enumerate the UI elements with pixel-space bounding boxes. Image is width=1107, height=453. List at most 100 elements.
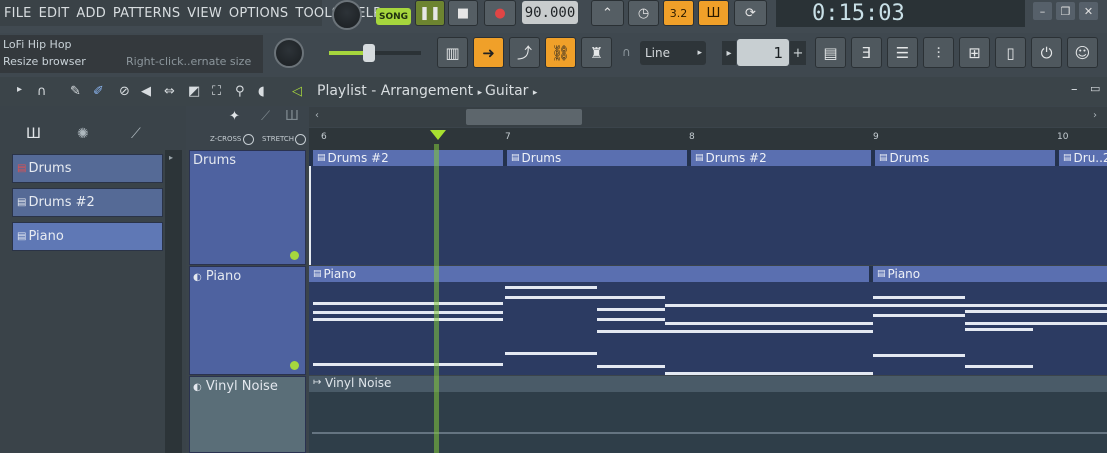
piano-icon[interactable]: Ш xyxy=(285,109,299,124)
playhead-marker[interactable] xyxy=(430,130,446,140)
close-button[interactable]: ✕ xyxy=(1079,2,1098,20)
zoom-icon[interactable]: ⚲ xyxy=(235,84,245,99)
timeline-scroll-thumb[interactable] xyxy=(466,109,582,125)
maximize-icon[interactable]: ▭ xyxy=(1090,82,1100,95)
tempo-slider-track xyxy=(329,44,421,62)
breadcrumb-playlist[interactable]: Playlist xyxy=(317,83,367,99)
menu-file[interactable]: FILE xyxy=(4,6,32,21)
track-active-led[interactable] xyxy=(290,361,299,370)
clip[interactable]: ▤ Piano xyxy=(309,266,869,282)
timeline-ruler[interactable]: 6 7 8 9 10 xyxy=(309,128,1107,150)
browser-button[interactable]: ⊞ xyxy=(959,37,990,68)
snap-mode-label: Line xyxy=(645,46,671,60)
menu-arrow-icon[interactable]: ▸ xyxy=(17,84,22,95)
track-header-piano[interactable]: ◐ Piano xyxy=(189,266,306,375)
magnet-icon[interactable]: ∩ xyxy=(37,84,47,99)
playlist-view-button[interactable]: ▤ xyxy=(815,37,846,68)
master-pitch-knob[interactable] xyxy=(274,38,304,68)
stretch-curve-icon[interactable]: ⟋ xyxy=(261,109,270,124)
step-value-field[interactable]: 1 xyxy=(737,39,789,66)
timeline-scrollbar[interactable]: ‹ › xyxy=(309,107,1107,127)
arrow-button[interactable]: ➜ xyxy=(473,37,504,68)
song-time-display[interactable]: 0:15:03 xyxy=(776,0,1025,27)
plugin-picker-button[interactable]: ▯ xyxy=(995,37,1026,68)
loop-record-button[interactable]: ⟳ xyxy=(734,0,767,26)
tempo-display[interactable]: 90.000 xyxy=(522,1,578,24)
pattern-icon: ▤ xyxy=(17,231,27,242)
audio-wave-icon[interactable]: ✺ xyxy=(77,126,89,142)
brush-icon[interactable]: ✐ xyxy=(93,84,104,99)
track-header-vinyl-noise[interactable]: ◐ Vinyl Noise xyxy=(189,376,306,453)
hint-title: LoFi Hip Hop xyxy=(3,38,72,51)
pencil-icon[interactable]: ✎ xyxy=(70,84,81,99)
stop-button[interactable]: ■ xyxy=(448,0,478,26)
clip[interactable]: ▤ Drums xyxy=(507,150,687,166)
clip[interactable]: ▤ Dru..2 xyxy=(1059,150,1107,166)
delete-icon[interactable]: ⊘ xyxy=(119,84,130,99)
picker-item-piano[interactable]: ▤ Piano xyxy=(12,222,163,251)
channel-rack-button[interactable]: ☰ xyxy=(887,37,918,68)
menu-view[interactable]: VIEW xyxy=(187,6,222,21)
mixer-button[interactable]: ⫶ xyxy=(923,37,954,68)
record-button[interactable]: ● xyxy=(484,0,516,26)
picker-item-drums[interactable]: ▤ Drums xyxy=(12,154,163,183)
picker-item-drums-2[interactable]: ▤ Drums #2 xyxy=(12,188,163,217)
menu-options[interactable]: OPTIONS xyxy=(229,6,288,21)
blend-icon: Ш xyxy=(706,5,721,21)
clip[interactable]: ▤ Drums #2 xyxy=(313,150,503,166)
piano-icon[interactable]: Ш xyxy=(26,126,41,142)
lane-piano[interactable]: ▤ Piano ▤ Piano xyxy=(309,266,1107,375)
clip-label: Vinyl Noise xyxy=(325,376,392,390)
stamp-button[interactable]: ♜ xyxy=(581,37,612,68)
mute-icon[interactable]: ◀ xyxy=(141,84,151,99)
zcross-label: Z-CROSS xyxy=(210,135,242,143)
wait-input-button[interactable]: ◷ xyxy=(628,0,659,26)
metronome-button[interactable]: ⌃ xyxy=(591,0,624,26)
menu-add[interactable]: ADD xyxy=(76,6,106,21)
crossfade-icon[interactable]: ✦ xyxy=(229,109,240,124)
plugin-button[interactable]: ⏻ xyxy=(1031,37,1062,68)
picker-item-label: Drums #2 xyxy=(28,195,95,210)
countdown-button[interactable]: 3.2 xyxy=(663,0,694,26)
typing-keyboard-button[interactable]: ⤴ xyxy=(509,37,540,68)
blend-notes-button[interactable]: Ш xyxy=(698,0,729,26)
link-button[interactable]: ⛓ xyxy=(545,37,576,68)
step-increase-button[interactable]: + xyxy=(790,41,806,65)
scroll-left-icon[interactable]: ‹ xyxy=(315,110,319,121)
tempo-slider-handle[interactable] xyxy=(363,44,375,62)
clip[interactable]: ↦ Vinyl Noise xyxy=(309,376,1107,392)
clip[interactable]: ▤ Drums xyxy=(875,150,1055,166)
minimize-button[interactable]: – xyxy=(1033,2,1052,20)
piano-roll-button[interactable]: ▥ xyxy=(437,37,468,68)
scroll-right-icon[interactable]: › xyxy=(1093,110,1097,121)
slice-icon[interactable]: ◩ xyxy=(188,84,200,99)
playback-icon[interactable]: ◖ xyxy=(258,84,265,99)
loop-icon: ⟳ xyxy=(745,5,756,21)
snap-selector[interactable]: Line ▸ xyxy=(640,41,706,65)
zcross-toggle[interactable] xyxy=(243,134,254,145)
step-left-button[interactable]: ▸ xyxy=(722,41,736,65)
clip[interactable]: ▤ Drums #2 xyxy=(691,150,871,166)
lane-drums[interactable]: ▤ Drums #2 ▤ Drums ▤ Drums #2 ▤ Drums ▤ Dru..… xyxy=(309,150,1107,265)
song-mode-button[interactable]: SONG xyxy=(376,8,411,25)
clip[interactable]: ▤ Piano xyxy=(873,266,1107,282)
scroll-up-icon[interactable]: ▸ xyxy=(169,153,173,162)
select-icon[interactable]: ⛶ xyxy=(212,84,221,99)
stretch-toggle[interactable] xyxy=(295,134,306,145)
breadcrumb-track[interactable]: Guitar xyxy=(485,83,528,99)
note-bar xyxy=(665,330,873,333)
picker-scrollbar[interactable]: ▸ xyxy=(165,150,182,453)
help-person-button[interactable]: ☺ xyxy=(1067,37,1098,68)
menu-patterns[interactable]: PATTERNS xyxy=(113,6,180,21)
slip-icon[interactable]: ⇔ xyxy=(164,84,175,99)
minimize-icon[interactable]: – xyxy=(1071,82,1078,97)
track-active-led[interactable] xyxy=(290,251,299,260)
breadcrumb-arrangement[interactable]: Arrangement xyxy=(381,83,473,99)
master-volume-knob[interactable] xyxy=(332,0,362,30)
step-sequencer-button[interactable]: Ǝ xyxy=(851,37,882,68)
automation-icon[interactable]: ⟋ xyxy=(131,126,141,142)
menu-edit[interactable]: EDIT xyxy=(39,6,70,21)
pause-button[interactable]: ❚❚ xyxy=(415,0,445,26)
track-header-drums[interactable]: Drums xyxy=(189,150,306,265)
restore-button[interactable]: ❐ xyxy=(1056,2,1075,20)
